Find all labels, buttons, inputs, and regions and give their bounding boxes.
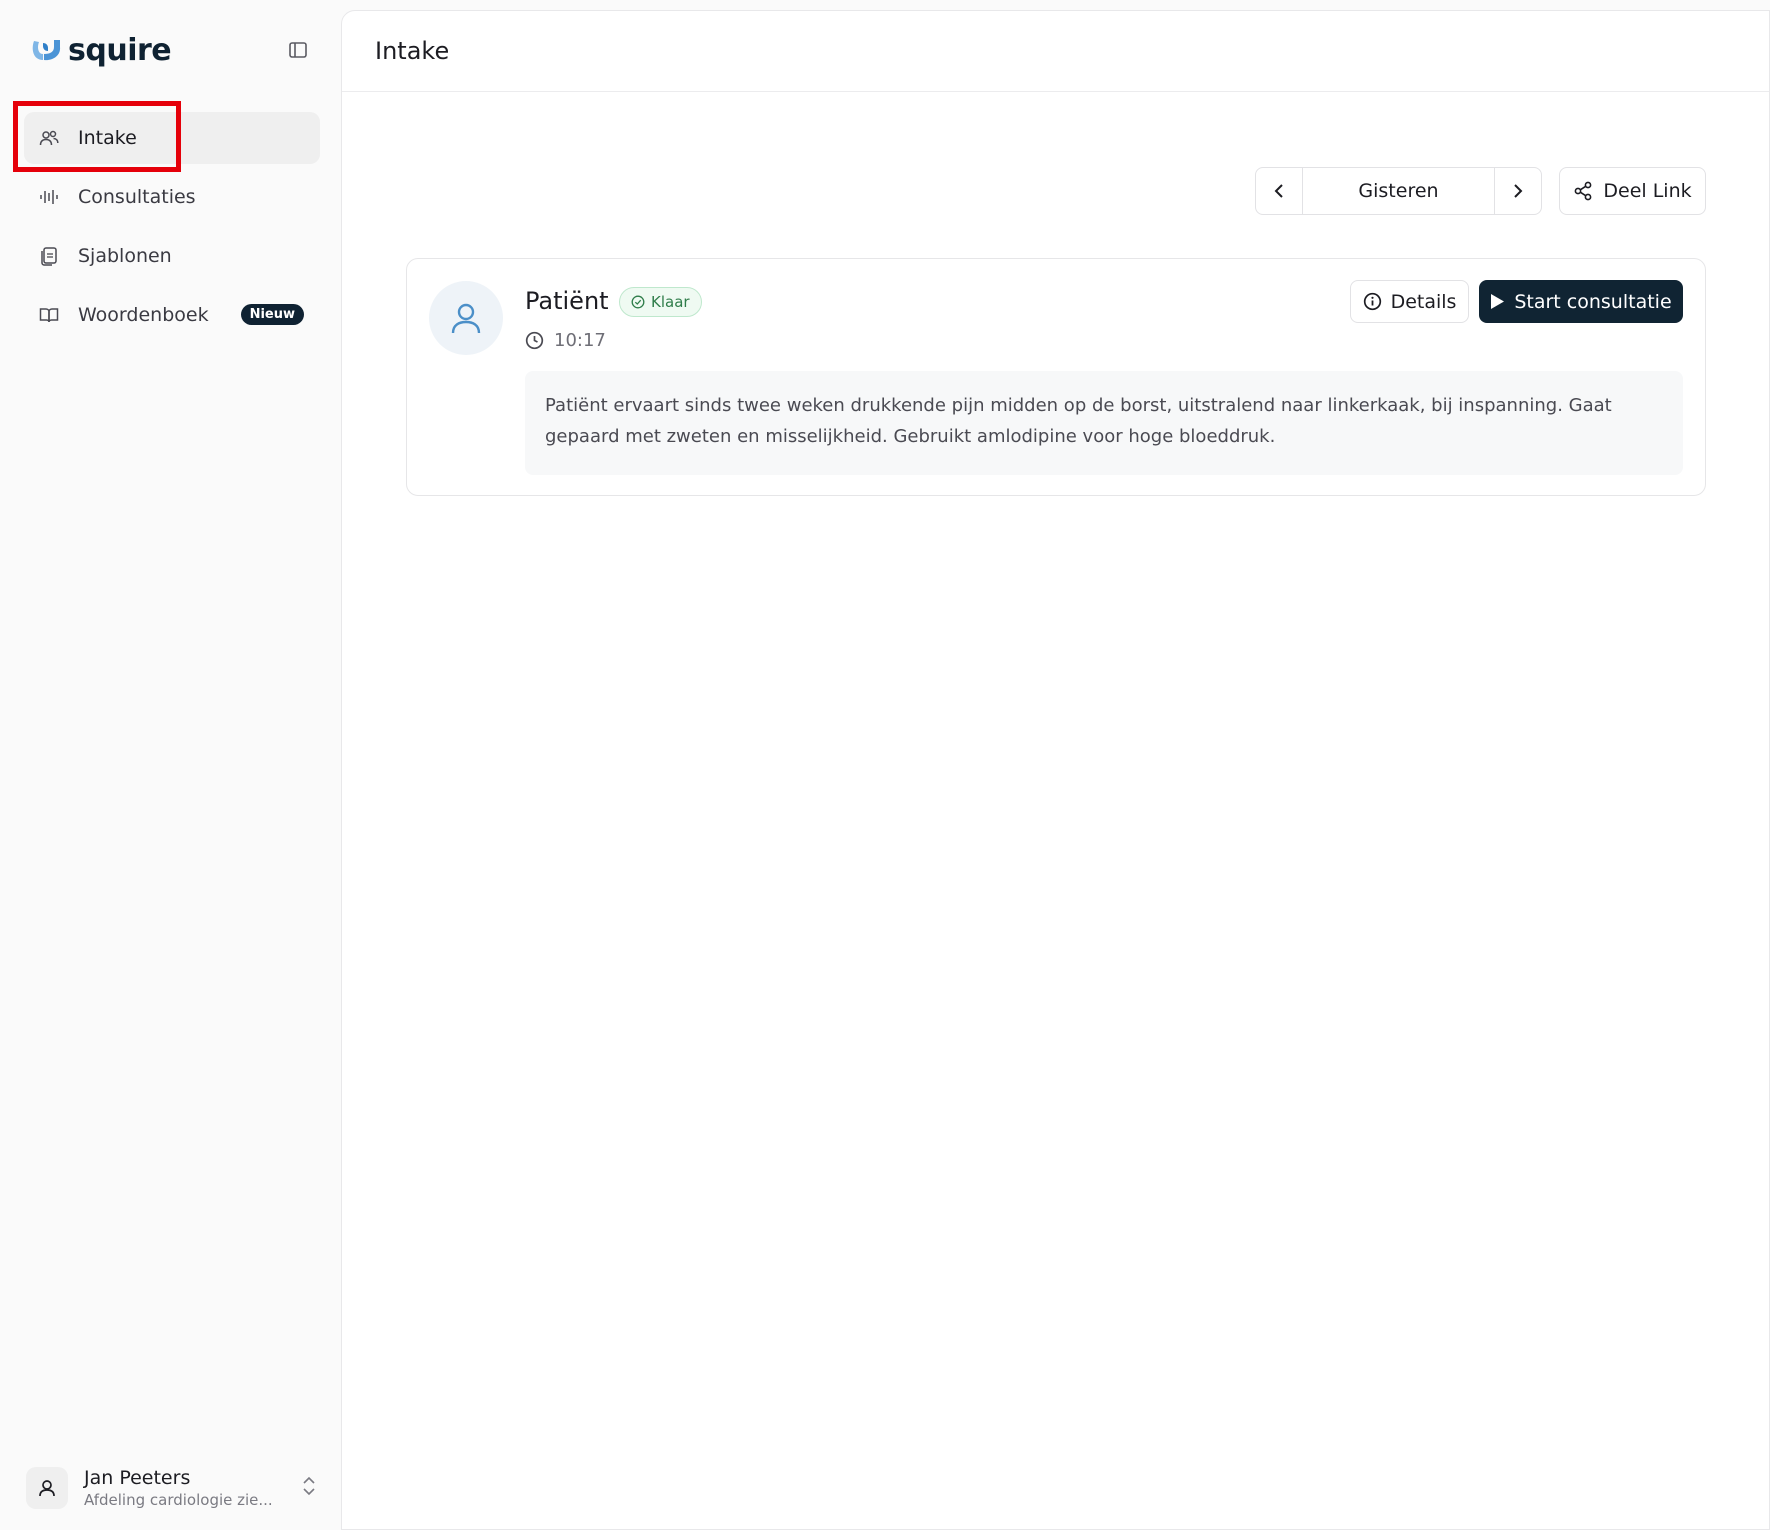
intake-card: Patiënt Klaar 10:17 Details Start consul…: [406, 258, 1706, 496]
squire-logo-icon: [32, 40, 61, 61]
user-icon: [39, 1480, 55, 1497]
sidebar-toggle-button[interactable]: [287, 40, 309, 60]
sidebar-item-label: Woordenboek: [78, 304, 209, 326]
status-badge: Klaar: [619, 287, 702, 317]
next-day-button[interactable]: [1494, 168, 1541, 214]
templates-icon: [38, 245, 60, 267]
sidebar-item-label: Intake: [78, 127, 137, 149]
sidebar: squire Intake Consultaties Sjablonen Woo…: [0, 0, 340, 1530]
user-icon: [451, 303, 481, 334]
sidebar-nav: Intake Consultaties Sjablonen Woordenboe…: [24, 112, 320, 348]
avatar: [26, 1467, 68, 1509]
new-badge: Nieuw: [240, 304, 304, 325]
date-navigator: Gisteren: [1255, 167, 1542, 215]
intake-summary: Patiënt ervaart sinds twee weken drukken…: [525, 371, 1683, 475]
previous-day-button[interactable]: [1256, 168, 1303, 214]
start-consultation-button[interactable]: Start consultatie: [1479, 280, 1683, 323]
user-name: Jan Peeters: [84, 1467, 191, 1489]
status-label: Klaar: [651, 293, 690, 311]
info-icon: [1363, 292, 1381, 311]
check-circle-icon: [631, 295, 645, 309]
date-label[interactable]: Gisteren: [1303, 168, 1494, 214]
sidebar-item-sjablonen[interactable]: Sjablonen: [24, 230, 320, 282]
share-link-label: Deel Link: [1603, 180, 1692, 202]
audio-waveform-icon: [38, 186, 60, 208]
brand-logo[interactable]: squire: [30, 30, 172, 70]
details-button[interactable]: Details: [1350, 280, 1469, 323]
brand-name: squire: [68, 32, 172, 68]
patient-avatar: [429, 281, 503, 355]
details-label: Details: [1390, 290, 1457, 313]
sidebar-item-label: Consultaties: [78, 186, 196, 208]
page-title: Intake: [375, 37, 450, 65]
user-info: Jan Peeters Afdeling cardiologie zie...: [84, 1467, 273, 1509]
user-department: Afdeling cardiologie zie...: [84, 1491, 273, 1509]
share-link-button[interactable]: Deel Link: [1559, 167, 1706, 215]
share-icon: [1574, 181, 1592, 201]
book-open-icon: [38, 304, 60, 326]
chevron-right-icon: [1514, 184, 1523, 198]
user-menu[interactable]: Jan Peeters Afdeling cardiologie zie...: [26, 1460, 316, 1516]
page-header: Intake: [342, 11, 1769, 92]
main-panel: Intake Gisteren Deel Link Patiënt Klaar …: [341, 10, 1770, 1530]
sidebar-item-label: Sjablonen: [78, 245, 172, 267]
play-icon: [1491, 294, 1505, 309]
sidebar-panel-icon: [289, 42, 307, 58]
chevrons-up-down-icon: [303, 1476, 315, 1496]
start-consultation-label: Start consultatie: [1514, 290, 1672, 313]
sidebar-item-intake[interactable]: Intake: [24, 112, 320, 164]
intake-time: 10:17: [525, 330, 606, 351]
sidebar-item-consultaties[interactable]: Consultaties: [24, 171, 320, 223]
time-label: 10:17: [554, 330, 606, 351]
patient-name: Patiënt: [525, 287, 609, 315]
clock-icon: [525, 331, 544, 350]
sidebar-item-woordenboek[interactable]: Woordenboek Nieuw: [24, 289, 320, 341]
app-window: squire Intake Consultaties Sjablonen Woo…: [0, 0, 1770, 1530]
users-icon: [38, 127, 60, 149]
chevron-left-icon: [1274, 184, 1283, 198]
